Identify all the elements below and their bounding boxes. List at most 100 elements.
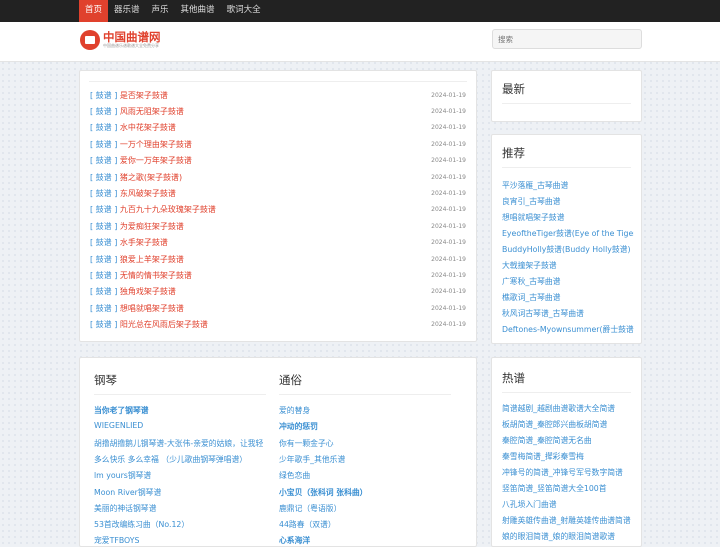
piano-item[interactable]: 美丽的神话钢琴谱: [94, 503, 268, 514]
list-item-link[interactable]: [ 鼓谱 ] 一万个理由架子鼓谱: [90, 139, 192, 150]
list-item-link[interactable]: [ 鼓谱 ] 猪之歌(架子鼓谱): [90, 172, 182, 183]
list-item-title[interactable]: 独角戏架子鼓谱: [120, 287, 176, 296]
list-item[interactable]: [ 鼓谱 ] 为爱痴狂架子鼓谱 2024-01-19: [90, 220, 466, 232]
nav-vocal[interactable]: 声乐: [146, 0, 175, 22]
list-item-title[interactable]: 阳光总在风雨后架子鼓谱: [120, 320, 208, 329]
piano-item[interactable]: 53首改编练习曲（No.12）: [94, 519, 268, 530]
list-item-link[interactable]: [ 鼓谱 ] 独角戏架子鼓谱: [90, 286, 176, 297]
list-item-title[interactable]: 狼爱上羊架子鼓谱: [120, 255, 184, 264]
hot-item[interactable]: 射雕英雄传曲谱_射雕英雄传曲谱简谱: [502, 515, 634, 526]
popular-item[interactable]: 你有一颗金子心: [279, 438, 453, 449]
list-item-category[interactable]: [ 鼓谱 ]: [90, 238, 117, 247]
popular-item[interactable]: 绿色恋曲: [279, 470, 453, 481]
list-item-category[interactable]: [ 鼓谱 ]: [90, 189, 117, 198]
list-item-category[interactable]: [ 鼓谱 ]: [90, 205, 117, 214]
recommend-item[interactable]: 平沙落雁_古琴曲谱: [502, 180, 634, 191]
list-item-link[interactable]: [ 鼓谱 ] 水手架子鼓谱: [90, 237, 168, 248]
list-item-category[interactable]: [ 鼓谱 ]: [90, 107, 117, 116]
list-item-category[interactable]: [ 鼓谱 ]: [90, 123, 117, 132]
list-item[interactable]: [ 鼓谱 ] 九百九十九朵玫瑰架子鼓谱 2024-01-19: [90, 204, 466, 216]
recommend-item[interactable]: BuddyHolly鼓谱(Buddy Holly鼓谱): [502, 244, 634, 255]
popular-item[interactable]: 小宝贝（张科词 张科曲）: [279, 487, 453, 498]
list-item-title[interactable]: 是否架子鼓谱: [120, 91, 168, 100]
list-item-category[interactable]: [ 鼓谱 ]: [90, 287, 117, 296]
hot-item[interactable]: 简谱越剧_越剧曲谱歌谱大全简谱: [502, 403, 634, 414]
list-item-title[interactable]: 风雨无阻架子鼓谱: [120, 107, 184, 116]
piano-item[interactable]: lm yours钢琴谱: [94, 470, 268, 481]
list-item-category[interactable]: [ 鼓谱 ]: [90, 222, 117, 231]
hot-item[interactable]: 竖笛简谱_竖笛简谱大全100首: [502, 483, 634, 494]
list-item-link[interactable]: [ 鼓谱 ] 想唱就唱架子鼓谱: [90, 303, 184, 314]
list-item-title[interactable]: 猪之歌(架子鼓谱): [120, 173, 182, 182]
hot-item[interactable]: 板胡简谱_秦腔郎兴曲板胡简谱: [502, 419, 634, 430]
recommend-item[interactable]: 樵歌词_古琴曲谱: [502, 292, 634, 303]
hot-item[interactable]: 冲锋号的简谱_冲锋号军号数字简谱: [502, 467, 634, 478]
list-item-title[interactable]: 水手架子鼓谱: [120, 238, 168, 247]
piano-item[interactable]: WIEGENLIED: [94, 421, 268, 430]
list-item-link[interactable]: [ 鼓谱 ] 风雨无阻架子鼓谱: [90, 106, 184, 117]
site-logo[interactable]: 中国曲谱网 中国曲谱乐谱歌谱大全免费分享: [80, 28, 161, 52]
list-item[interactable]: [ 鼓谱 ] 风雨无阻架子鼓谱 2024-01-19: [90, 105, 466, 117]
recommend-item[interactable]: 广寒秋_古琴曲谱: [502, 276, 634, 287]
list-item-link[interactable]: [ 鼓谱 ] 阳光总在风雨后架子鼓谱: [90, 319, 208, 330]
list-item[interactable]: [ 鼓谱 ] 东风破架子鼓谱 2024-01-19: [90, 187, 466, 199]
hot-item[interactable]: 娘的眼泪简谱_娘的眼泪简谱歌谱: [502, 531, 634, 542]
recommend-item[interactable]: EyeoftheTiger鼓谱(Eye of the Tiger: [502, 228, 634, 239]
list-item-category[interactable]: [ 鼓谱 ]: [90, 91, 117, 100]
piano-item[interactable]: 胡撸胡撸鹅儿钢琴谱-大张伟-亲爱的姑娘，让我轻: [94, 438, 268, 449]
list-item-title[interactable]: 东风破架子鼓谱: [120, 189, 176, 198]
list-item-title[interactable]: 水中花架子鼓谱: [120, 123, 176, 132]
recommend-item[interactable]: 想唱就唱架子鼓谱: [502, 212, 634, 223]
list-item[interactable]: [ 鼓谱 ] 狼爱上羊架子鼓谱 2024-01-19: [90, 253, 466, 265]
list-item-title[interactable]: 为爱痴狂架子鼓谱: [120, 222, 184, 231]
piano-item[interactable]: 宠爱TFBOYS: [94, 535, 268, 546]
list-item[interactable]: [ 鼓谱 ] 阳光总在风雨后架子鼓谱 2024-01-19: [90, 319, 466, 331]
popular-item[interactable]: 爱的替身: [279, 405, 453, 416]
list-item[interactable]: [ 鼓谱 ] 想唱就唱架子鼓谱 2024-01-19: [90, 302, 466, 314]
nav-lyrics[interactable]: 歌词大全: [221, 0, 267, 22]
list-item-title[interactable]: 一万个理由架子鼓谱: [120, 140, 192, 149]
list-item-link[interactable]: [ 鼓谱 ] 东风破架子鼓谱: [90, 188, 176, 199]
search-input[interactable]: [492, 29, 642, 49]
list-item-link[interactable]: [ 鼓谱 ] 是否架子鼓谱: [90, 90, 168, 101]
list-item[interactable]: [ 鼓谱 ] 爱你一万年架子鼓谱 2024-01-19: [90, 155, 466, 167]
nav-home[interactable]: 首页: [79, 0, 109, 22]
list-item-category[interactable]: [ 鼓谱 ]: [90, 140, 117, 149]
nav-instrumental[interactable]: 器乐谱: [108, 0, 146, 22]
list-item[interactable]: [ 鼓谱 ] 水中花架子鼓谱 2024-01-19: [90, 122, 466, 134]
list-item-category[interactable]: [ 鼓谱 ]: [90, 271, 117, 280]
popular-item[interactable]: 冲动的惩罚: [279, 421, 453, 432]
list-item[interactable]: [ 鼓谱 ] 独角戏架子鼓谱 2024-01-19: [90, 286, 466, 298]
popular-item[interactable]: 鹿鼎记（粤语版）: [279, 503, 453, 514]
list-item-title[interactable]: 想唱就唱架子鼓谱: [120, 304, 184, 313]
recommend-item[interactable]: 大戟撞架子鼓谱: [502, 260, 634, 271]
list-item[interactable]: [ 鼓谱 ] 一万个理由架子鼓谱 2024-01-19: [90, 138, 466, 150]
popular-item[interactable]: 少年歌手_其他乐谱: [279, 454, 453, 465]
list-item-link[interactable]: [ 鼓谱 ] 无情的情书架子鼓谱: [90, 270, 192, 281]
list-item-category[interactable]: [ 鼓谱 ]: [90, 156, 117, 165]
list-item-link[interactable]: [ 鼓谱 ] 狼爱上羊架子鼓谱: [90, 254, 184, 265]
list-item-title[interactable]: 爱你一万年架子鼓谱: [120, 156, 192, 165]
list-item-link[interactable]: [ 鼓谱 ] 九百九十九朵玫瑰架子鼓谱: [90, 204, 216, 215]
hot-item[interactable]: 秦腔简谱_秦腔简谱无名曲: [502, 435, 634, 446]
list-item[interactable]: [ 鼓谱 ] 无情的情书架子鼓谱 2024-01-19: [90, 269, 466, 281]
list-item[interactable]: [ 鼓谱 ] 水手架子鼓谱 2024-01-19: [90, 237, 466, 249]
recommend-item[interactable]: 良宵引_古琴曲谱: [502, 196, 634, 207]
list-item-title[interactable]: 九百九十九朵玫瑰架子鼓谱: [120, 205, 216, 214]
piano-item[interactable]: 当你老了钢琴谱: [94, 405, 268, 416]
list-item-link[interactable]: [ 鼓谱 ] 为爱痴狂架子鼓谱: [90, 221, 184, 232]
popular-item[interactable]: 心系海洋: [279, 535, 453, 546]
list-item-category[interactable]: [ 鼓谱 ]: [90, 255, 117, 264]
list-item[interactable]: [ 鼓谱 ] 猪之歌(架子鼓谱) 2024-01-19: [90, 171, 466, 183]
list-item-category[interactable]: [ 鼓谱 ]: [90, 173, 117, 182]
recommend-item[interactable]: 秋风词古琴谱_古琴曲谱: [502, 308, 634, 319]
recommend-item[interactable]: Deftones-Myownsummer(爵士鼓谱): [502, 324, 634, 335]
list-item[interactable]: [ 鼓谱 ] 是否架子鼓谱 2024-01-19: [90, 89, 466, 101]
popular-item[interactable]: 44路春（双谱）: [279, 519, 453, 530]
hot-item[interactable]: 八孔埙入门曲谱: [502, 499, 634, 510]
nav-other-scores[interactable]: 其他曲谱: [175, 0, 221, 22]
list-item-category[interactable]: [ 鼓谱 ]: [90, 320, 117, 329]
hot-item[interactable]: 秦雪梅简谱_撵彩秦雪梅: [502, 451, 634, 462]
piano-item[interactable]: 多么快乐 多么幸福 （少儿歌曲钢琴弹唱谱）: [94, 454, 268, 465]
list-item-link[interactable]: [ 鼓谱 ] 爱你一万年架子鼓谱: [90, 155, 192, 166]
